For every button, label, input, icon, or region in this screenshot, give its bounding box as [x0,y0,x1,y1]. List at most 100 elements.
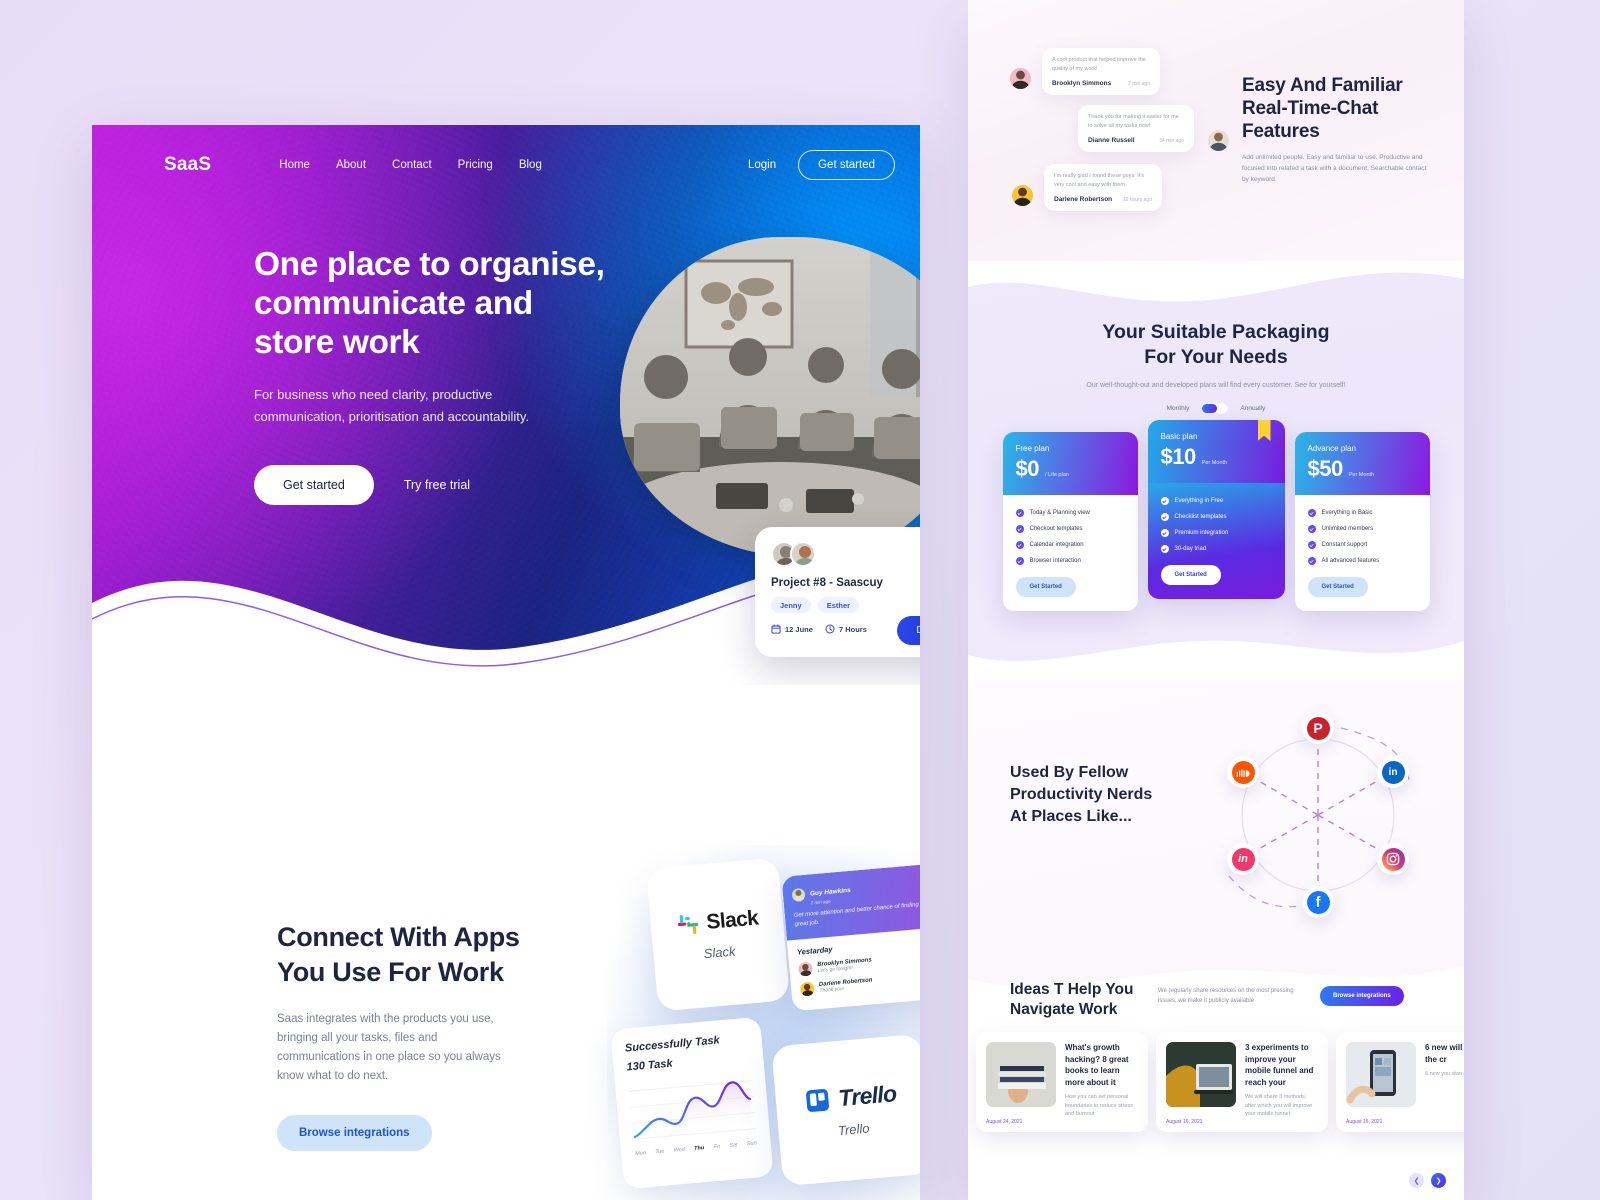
task-chart-x-labels: Mon Tue Wed Thu Fri Sat Sun [634,1140,758,1158]
chat-bubble-message: I'm really glad I found these guys. It's… [1054,173,1145,188]
plan-get-started-button[interactable]: Get Started [1307,577,1368,597]
chat-bubble[interactable]: Thank you for making it easier for me to… [1078,105,1194,152]
login-link[interactable]: Login [748,159,776,171]
hero-title-line-3: store work [254,324,420,361]
blog-card-date: August 24, 2021 [986,1119,1023,1125]
pinterest-icon: P [1306,716,1330,740]
nav-item-blog[interactable]: Blog [519,159,542,171]
check-icon [1015,525,1024,533]
plan-feature-text: Constant support [1321,542,1368,548]
plan-feature-text: Checkout templates [1029,526,1083,532]
check-icon [1307,541,1316,549]
billing-toggle-row: Monthly Annually [968,403,1464,414]
check-icon [1015,557,1024,565]
brand-logo[interactable]: SaaS [164,154,211,176]
social-title-line-2: Productivity Nerds [1010,786,1153,803]
plan-get-started-button[interactable]: Get Started [1015,577,1076,597]
social-icon-facebook[interactable]: f [1302,886,1334,918]
social-icon-soundcloud[interactable] [1227,756,1259,788]
chat-bubble-footer: Darlene Robertson 12 hours ago [1054,196,1152,203]
project-date-text: 12 June [785,624,813,634]
app-card-task-chart[interactable]: Successfully Task 130 Task Mon Tue Wed T… [610,1016,774,1190]
pricing-plan-free[interactable]: Free plan $0 / Life plan Today & Plannin… [1002,432,1138,611]
chevron-right-icon[interactable]: ❯ [1431,1173,1446,1188]
plan-header: Advance plan $50 Per Month [1294,432,1430,495]
nav-item-contact[interactable]: Contact [392,159,432,171]
plan-feature: Everything in Free [1160,497,1272,505]
project-tag-jenny: Jenny [771,597,811,613]
avatar [797,961,814,977]
blog-card[interactable]: What's growth hacking? 8 great books to … [976,1032,1148,1132]
task-chart-plot [628,1080,757,1142]
chart-day-mon: Mon [634,1150,647,1158]
chat-bubble[interactable]: I'm really glad I found these guys. It's… [1044,164,1162,211]
project-tag-esther: Esther [817,597,860,613]
plan-body: Everything in Basic Unlimited members Co… [1295,495,1430,611]
blog-card-title: 6 new will h stand the cr [1425,1043,1464,1064]
nav-item-home[interactable]: Home [279,159,310,171]
project-card[interactable]: Project #8 - Saascuy Jenny Esther 12 Jun… [755,527,920,657]
plan-price: $0 [1015,456,1040,481]
pricing-subtitle: Our well-thought-out and developed plans… [1086,382,1346,389]
plan-feature: All advanced features [1307,557,1417,565]
invision-icon: in [1231,847,1255,871]
chat-bubble-message: Thank you for making it easier for me to… [1088,114,1179,129]
plan-feature-text: Everything in Basic [1321,510,1373,516]
plan-feature: Constant support [1307,541,1417,549]
check-icon [1307,509,1316,517]
check-icon [1015,541,1024,549]
app-card-trello[interactable]: Trello Trello [771,1033,920,1187]
chat-bubble-name: Brooklyn Simmons [1052,80,1112,87]
plan-feature: Checklist templates [1160,513,1272,521]
toggle-knob [1202,404,1218,413]
billing-period-toggle[interactable] [1201,403,1229,414]
social-icon-invision[interactable]: in [1227,843,1259,875]
plan-feature-text: Unlimited members [1321,526,1374,532]
project-tags: Jenny Esther [771,597,920,613]
chat-bubble[interactable]: A cool product that helped improve the q… [1042,48,1160,95]
pricing-plan-advance[interactable]: Advance plan $50 Per Month Everything in… [1294,432,1430,611]
plan-feature: Premium integration [1160,529,1272,537]
blog-carousel-controls: ❮ ❯ [1409,1173,1446,1188]
blog-card[interactable]: 3 experiments to improve your mobile fun… [1156,1032,1328,1132]
pricing-plan-basic[interactable]: Basic plan $10 Per Month Everything in F… [1147,420,1285,599]
blog-card-body: 6 new will h stand the cr 6 new you stan… [1425,1042,1464,1122]
toggle-label-annually: Annually [1240,405,1266,412]
plan-price-row: $50 Per Month [1308,456,1417,482]
hero-get-started-button[interactable]: Get started [254,465,374,505]
plan-feature: Everything in Basic [1307,509,1417,517]
pricing-wave-top [968,261,1464,302]
connect-copy: Connect With Apps You Use For Work Saas … [277,920,577,1151]
social-hexagon: P in f in [1213,700,1423,930]
social-icon-pinterest[interactable]: P [1302,712,1334,744]
plan-feature: Calendar integration [1015,541,1125,549]
instagram-icon [1381,847,1405,871]
blog-browse-integrations-button[interactable]: Browse integrations [1320,986,1404,1006]
blog-card-image [986,1042,1056,1107]
chat-bubble-message: A cool product that helped improve the q… [1052,57,1146,72]
plan-price: $10 [1160,444,1197,469]
nav-item-pricing[interactable]: Pricing [458,159,493,171]
social-icon-instagram[interactable] [1377,843,1409,875]
project-detail-button[interactable]: Detail [897,616,920,645]
chevron-left-icon[interactable]: ❮ [1409,1173,1424,1188]
check-icon [1160,497,1169,505]
plan-feature-text: All advanced features [1321,558,1380,564]
chat-bubble-time: 34 min ago [1159,137,1184,144]
app-card-chat-preview[interactable]: Guy Hawkins 2 min ago Get more attention… [781,863,920,1012]
app-card-slack[interactable]: Slack Slack [646,857,790,1012]
try-free-trial-link[interactable]: Try free trial [404,478,470,492]
get-started-nav-button[interactable]: Get started [798,150,895,180]
app-label-slack: Slack [703,943,737,961]
landing-page-right-panel: A cool product that helped improve the q… [968,0,1464,1200]
blog-card-body: 3 experiments to improve your mobile fun… [1245,1042,1318,1122]
social-icon-linkedin[interactable]: in [1377,756,1409,788]
nav-item-about[interactable]: About [336,159,366,171]
plan-price-row: $0 / Life plan [1016,456,1125,482]
trello-icon [806,1088,830,1112]
blog-card-image [1166,1042,1236,1107]
chat-bubble-time: 12 hours ago [1122,196,1152,203]
blog-card[interactable]: 6 new will h stand the cr 6 new you stan… [1336,1032,1464,1132]
plan-get-started-button[interactable]: Get Started [1160,565,1221,585]
browse-integrations-button[interactable]: Browse integrations [277,1115,432,1151]
